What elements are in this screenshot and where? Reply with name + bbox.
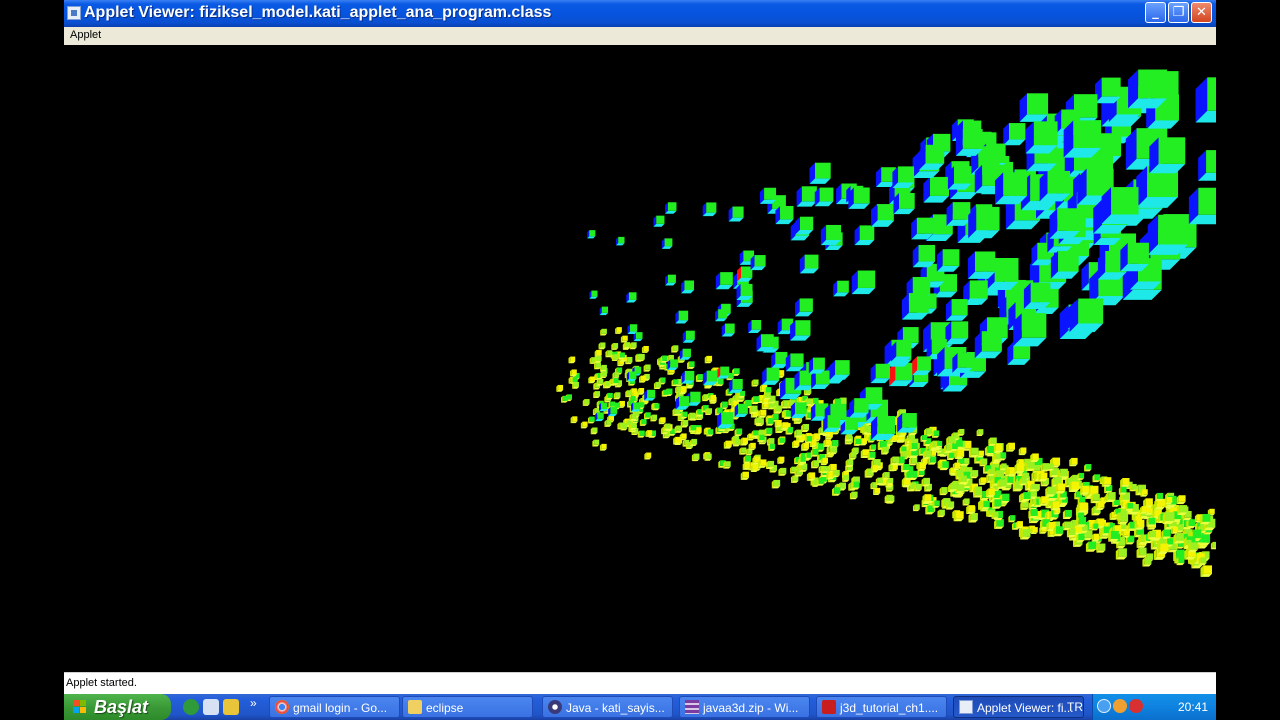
cube-particle-scene	[556, 69, 1216, 577]
clock: 20:41	[1177, 700, 1208, 714]
task-eclipse-folder[interactable]: eclipse	[402, 696, 533, 718]
task-pdf[interactable]: j3d_tutorial_ch1....	[816, 696, 947, 718]
task-label: Java - kati_sayis...	[566, 701, 665, 715]
utorrent-icon[interactable]	[183, 699, 199, 715]
menu-applet[interactable]: Applet	[70, 29, 101, 41]
windows-flag-icon	[73, 700, 86, 713]
task-label: Applet Viewer: fi...	[977, 701, 1074, 715]
pdf-icon	[822, 700, 836, 714]
folder-icon	[408, 700, 422, 714]
java-icon	[959, 700, 973, 714]
winrar-icon	[685, 700, 699, 714]
update-icon[interactable]	[1113, 699, 1127, 713]
antivirus-icon[interactable]	[1129, 699, 1143, 713]
task-label: j3d_tutorial_ch1....	[840, 701, 939, 715]
status-bar: Applet started.	[64, 672, 1216, 694]
quicklaunch-folder-icon[interactable]	[223, 699, 239, 715]
eclipse-icon	[548, 700, 562, 714]
java-app-icon[interactable]	[67, 6, 81, 20]
maximize-button[interactable]: ❐	[1168, 2, 1189, 23]
start-button[interactable]: Başlat	[64, 694, 171, 720]
task-winrar[interactable]: javaa3d.zip - Wi...	[679, 696, 810, 718]
minimize-button[interactable]: _	[1145, 2, 1166, 23]
start-label: Başlat	[94, 697, 149, 717]
menu-bar: Applet	[64, 27, 1216, 45]
java3d-canvas[interactable]	[64, 45, 1216, 672]
system-tray: TR 20:41	[1067, 694, 1216, 720]
close-button[interactable]: ✕	[1191, 2, 1212, 23]
chrome-icon	[275, 700, 289, 714]
task-label: gmail login - Go...	[293, 701, 388, 715]
quicklaunch-more-chevron[interactable]: »	[250, 696, 257, 710]
show-desktop-icon[interactable]	[203, 699, 219, 715]
task-gmail-chrome[interactable]: gmail login - Go...	[269, 696, 400, 718]
task-label: eclipse	[426, 701, 464, 715]
applet-viewer-window: Applet Viewer: fiziksel_model.kati_apple…	[64, 0, 1216, 694]
language-indicator[interactable]: TR	[1067, 700, 1083, 714]
task-java-eclipse[interactable]: Java - kati_sayis...	[542, 696, 673, 718]
task-label: javaa3d.zip - Wi...	[703, 701, 799, 715]
task-applet-viewer[interactable]: Applet Viewer: fi...	[953, 696, 1084, 718]
taskbar: Başlat » gmail login - Go... eclipse Jav…	[64, 694, 1216, 720]
status-text: Applet started.	[66, 677, 137, 689]
window-title: Applet Viewer: fiziksel_model.kati_apple…	[84, 4, 552, 21]
network-icon[interactable]	[1097, 699, 1111, 713]
title-bar[interactable]: Applet Viewer: fiziksel_model.kati_apple…	[64, 0, 1216, 27]
